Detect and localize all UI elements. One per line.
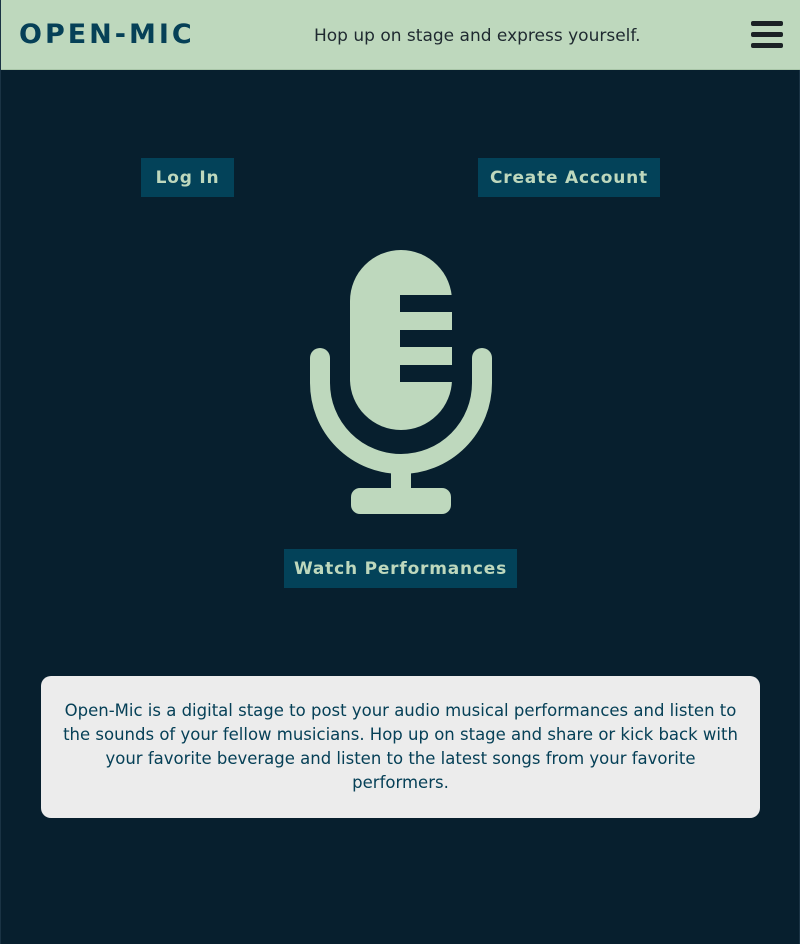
microphone-icon [310, 250, 492, 514]
microphone-grille-slot [400, 295, 454, 312]
hamburger-menu-icon[interactable] [751, 20, 783, 50]
microphone-grille-slot [400, 330, 454, 347]
watch-performances-button[interactable]: Watch Performances [284, 549, 517, 588]
menu-bar [751, 21, 783, 26]
about-card: Open-Mic is a digital stage to post your… [41, 676, 760, 818]
top-bar: OPEN-MIC Hop up on stage and express you… [1, 0, 800, 70]
microphone-grille-slot [400, 365, 454, 382]
tagline: Hop up on stage and express yourself. [314, 26, 641, 46]
about-text: Open-Mic is a digital stage to post your… [63, 701, 738, 792]
brand-logo[interactable]: OPEN-MIC [19, 19, 195, 50]
create-account-button[interactable]: Create Account [478, 158, 660, 197]
login-button[interactable]: Log In [141, 158, 234, 197]
microphone-base [351, 488, 451, 514]
menu-bar [751, 32, 783, 37]
landing-page: OPEN-MIC Hop up on stage and express you… [0, 0, 800, 944]
menu-bar [751, 43, 783, 48]
